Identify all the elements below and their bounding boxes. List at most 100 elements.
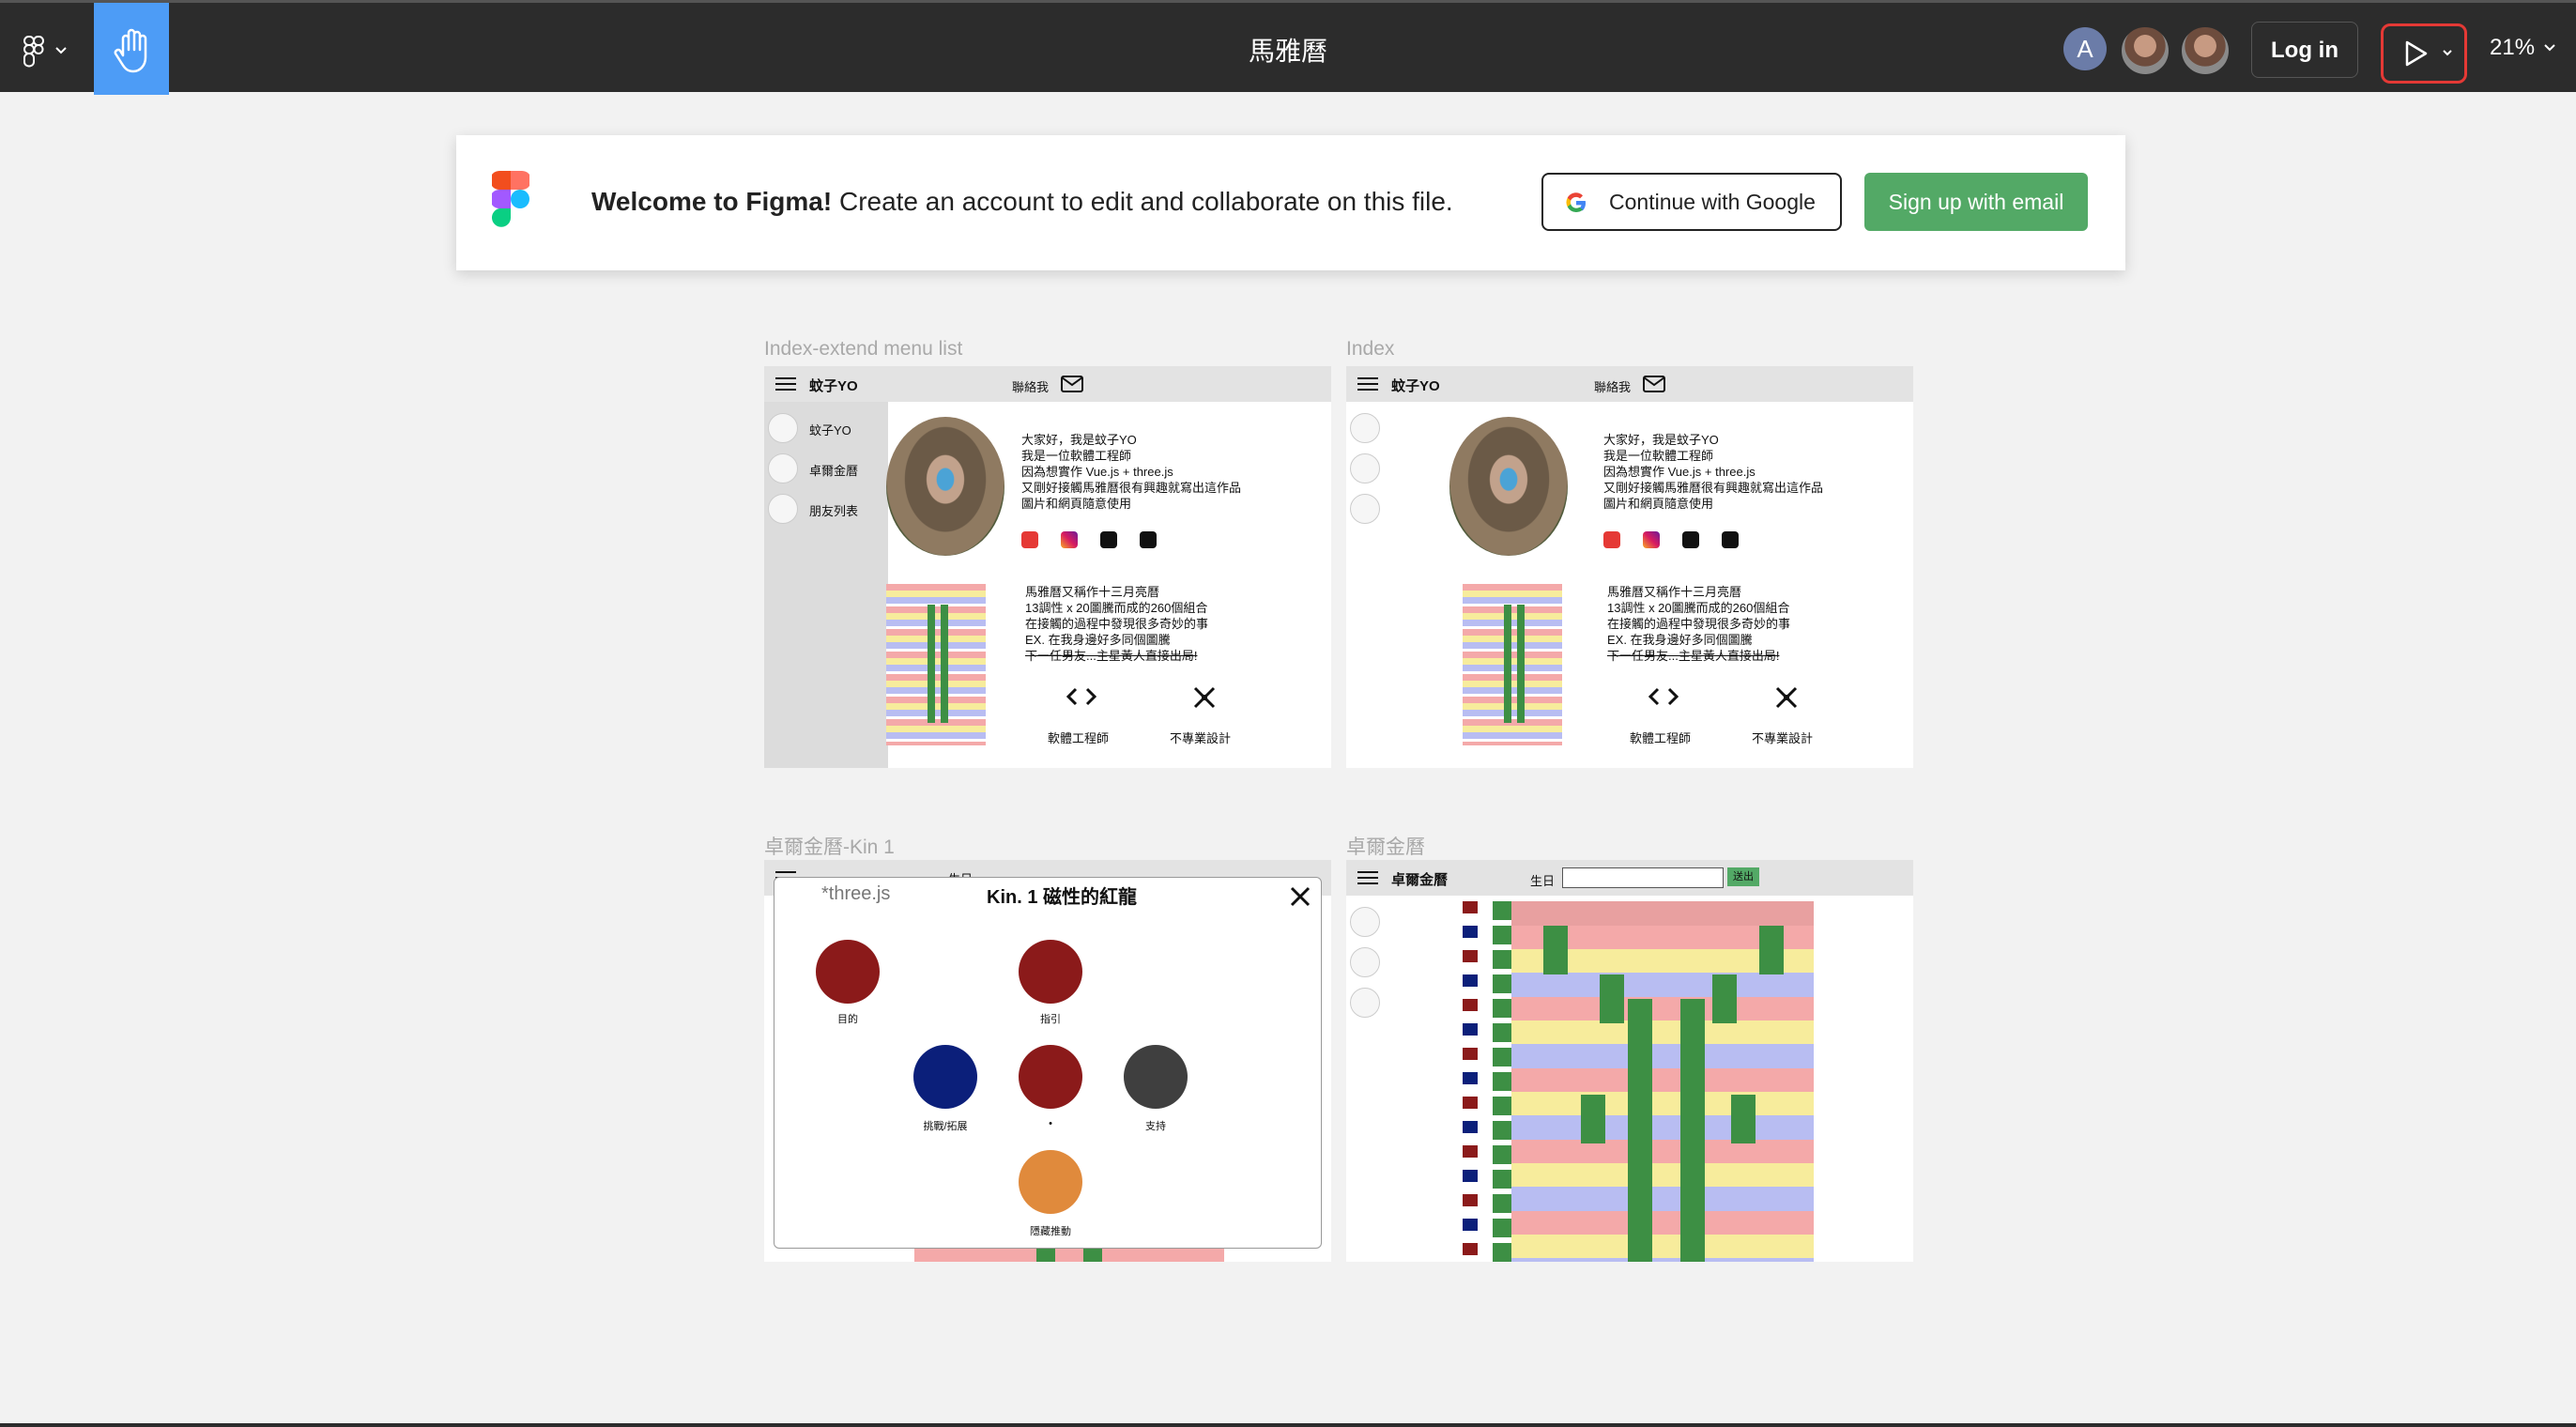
calendar-grid (1511, 926, 1814, 1262)
present-button[interactable] (2381, 23, 2467, 84)
tone-column (1493, 901, 1511, 1262)
sign-up-email-button[interactable]: Sign up with email (1864, 173, 2088, 231)
welcome-rest: Create an account to edit and collaborat… (832, 187, 1453, 216)
calendar-green-column (1628, 999, 1652, 1262)
login-button[interactable]: Log in (2251, 22, 2358, 78)
menu-item-label: 卓爾金曆 (809, 464, 859, 478)
skill-label: 不專業設計 (1170, 731, 1232, 745)
mail-icon (1643, 376, 1665, 392)
contact-link: 聯絡我 (1012, 380, 1050, 394)
glyph-label: 隱藏推動 (1030, 1226, 1071, 1237)
toolbar: 馬雅曆 A Log in 21% (0, 0, 2576, 95)
calendar-green-cell (1731, 1095, 1756, 1143)
glyph-label: 支持 (1145, 1121, 1166, 1132)
design-tools-icon (1775, 686, 1798, 709)
frame-kin-1[interactable]: 生日 *three.js Kin. 1 磁性的紅龍 目的 指引 挑戰/拓展 • … (764, 860, 1331, 1262)
chevron-down-icon (2443, 50, 2452, 56)
tzolkin-pattern (1463, 584, 1562, 745)
kin-glyph-icon (768, 413, 798, 443)
google-icon (1566, 192, 1586, 213)
contact-link: 聯絡我 (1594, 380, 1632, 394)
birthday-label: 生日 (1530, 874, 1556, 888)
frame-label[interactable]: Index (1346, 338, 1394, 361)
glyph-label: 挑戰/拓展 (923, 1121, 968, 1132)
skill-label: 軟體工程師 (1630, 731, 1692, 745)
calendar-green-cell (1712, 974, 1737, 1023)
about-text: 馬雅曆又稱作十三月亮曆 13調性 x 20圖騰而成的260個組合 在接觸的過程中… (1607, 585, 1791, 647)
frame-index[interactable]: 蚊子YO 聯絡我 大家好，我是蚊子YO 我是一位軟體工程師 因為想實作 Vue.… (1346, 366, 1913, 768)
medium-icon (1722, 531, 1739, 548)
profile-photo (1449, 417, 1568, 556)
zoom-level: 21% (2490, 35, 2536, 60)
tzolkin-pattern (886, 584, 986, 745)
avatar[interactable] (2120, 25, 2170, 76)
profile-photo (886, 417, 1004, 556)
canvas-bottom-edge (0, 1423, 2576, 1427)
zoom-dropdown[interactable]: 21% (2490, 35, 2558, 61)
google-button-label: Continue with Google (1609, 190, 1816, 214)
skill-label: 不專業設計 (1752, 731, 1814, 745)
frame-label[interactable]: 卓爾金曆-Kin 1 (764, 832, 895, 860)
intro-text: 大家好，我是蚊子YO 我是一位軟體工程師 因為想實作 Vue.js + thre… (1603, 433, 1824, 511)
chevron-down-icon (2544, 44, 2555, 52)
avatar[interactable]: A (2063, 27, 2107, 70)
site-header: 卓爾金曆 生日 送出 (1346, 860, 1913, 896)
figma-logo-icon (492, 171, 529, 227)
red-dragon-glyph-icon (1019, 1045, 1082, 1109)
welcome-message: Welcome to Figma! Create an account to e… (591, 187, 1453, 217)
menu-icon (1357, 377, 1378, 391)
submit-button: 送出 (1727, 867, 1759, 886)
welcome-banner: Welcome to Figma! Create an account to e… (456, 135, 2125, 270)
glyph-label: 指引 (1040, 1014, 1061, 1025)
youtube-icon (1021, 531, 1038, 548)
frame-label[interactable]: 卓爾金曆 (1346, 832, 1425, 860)
white-wind-glyph-icon (1124, 1045, 1188, 1109)
blue-night-glyph-icon (913, 1045, 977, 1109)
kin-glyph-icon (1350, 907, 1380, 937)
calendar-green-cell (1600, 974, 1624, 1023)
modal-title: Kin. 1 磁性的紅龍 (987, 887, 1138, 908)
calendar-green-cell (1543, 926, 1568, 974)
site-header: 蚊子YO 聯絡我 (1346, 366, 1913, 402)
menu-icon (775, 377, 796, 391)
tiktok-icon (1100, 531, 1117, 548)
modal-tab-label: *three.js (821, 883, 891, 904)
youtube-icon (1603, 531, 1620, 548)
mail-icon (1061, 376, 1083, 392)
medium-icon (1140, 531, 1157, 548)
code-icon (1066, 687, 1097, 706)
yellow-sun-glyph-icon (1019, 1150, 1082, 1214)
about-strike-text: 下一任男友...主星黃人直接出局! (1025, 649, 1198, 663)
glyph-label: • (1049, 1118, 1052, 1129)
glyph-label: 目的 (837, 1014, 858, 1025)
intro-text: 大家好，我是蚊子YO 我是一位軟體工程師 因為想實作 Vue.js + thre… (1021, 433, 1242, 511)
design-tools-icon (1193, 686, 1216, 709)
about-text: 馬雅曆又稱作十三月亮曆 13調性 x 20圖騰而成的260個組合 在接觸的過程中… (1025, 585, 1209, 647)
frame-tzolkin-calendar[interactable]: 卓爾金曆 生日 送出 (1346, 860, 1913, 1262)
kin-glyph-icon (768, 494, 798, 524)
kin-glyph-icon (1350, 453, 1380, 483)
calendar-green-cell (1759, 926, 1784, 974)
continue-with-google-button[interactable]: Continue with Google (1541, 173, 1842, 231)
welcome-bold: Welcome to Figma! (591, 187, 833, 216)
side-menu: 蚊子YO 卓爾金曆 朋友列表 (764, 402, 888, 768)
kin-glyph-icon (1350, 494, 1380, 524)
close-icon[interactable] (1289, 885, 1311, 908)
play-icon (2405, 40, 2452, 67)
calendar-green-column (1680, 999, 1705, 1262)
code-icon (1648, 687, 1679, 706)
frame-index-extend-menu[interactable]: 蚊子YO 聯絡我 蚊子YO 卓爾金曆 朋友列表 大家好，我是蚊子YO 我是一位軟… (764, 366, 1331, 768)
tiktok-icon (1682, 531, 1699, 548)
avatar[interactable] (2180, 25, 2231, 76)
red-dragon-glyph-icon (816, 940, 880, 1004)
instagram-icon (1061, 531, 1078, 548)
menu-item-label: 蚊子YO (809, 423, 851, 437)
site-brand: 蚊子YO (809, 378, 858, 394)
about-strike-text: 下一任男友...主星黃人直接出局! (1607, 649, 1780, 663)
frame-label[interactable]: Index-extend menu list (764, 338, 962, 361)
menu-icon (1357, 871, 1378, 884)
instagram-icon (1643, 531, 1660, 548)
calendar-title: 卓爾金曆 (1391, 872, 1449, 888)
menu-item-label: 朋友列表 (809, 504, 859, 518)
glyph-column (1463, 901, 1478, 1262)
